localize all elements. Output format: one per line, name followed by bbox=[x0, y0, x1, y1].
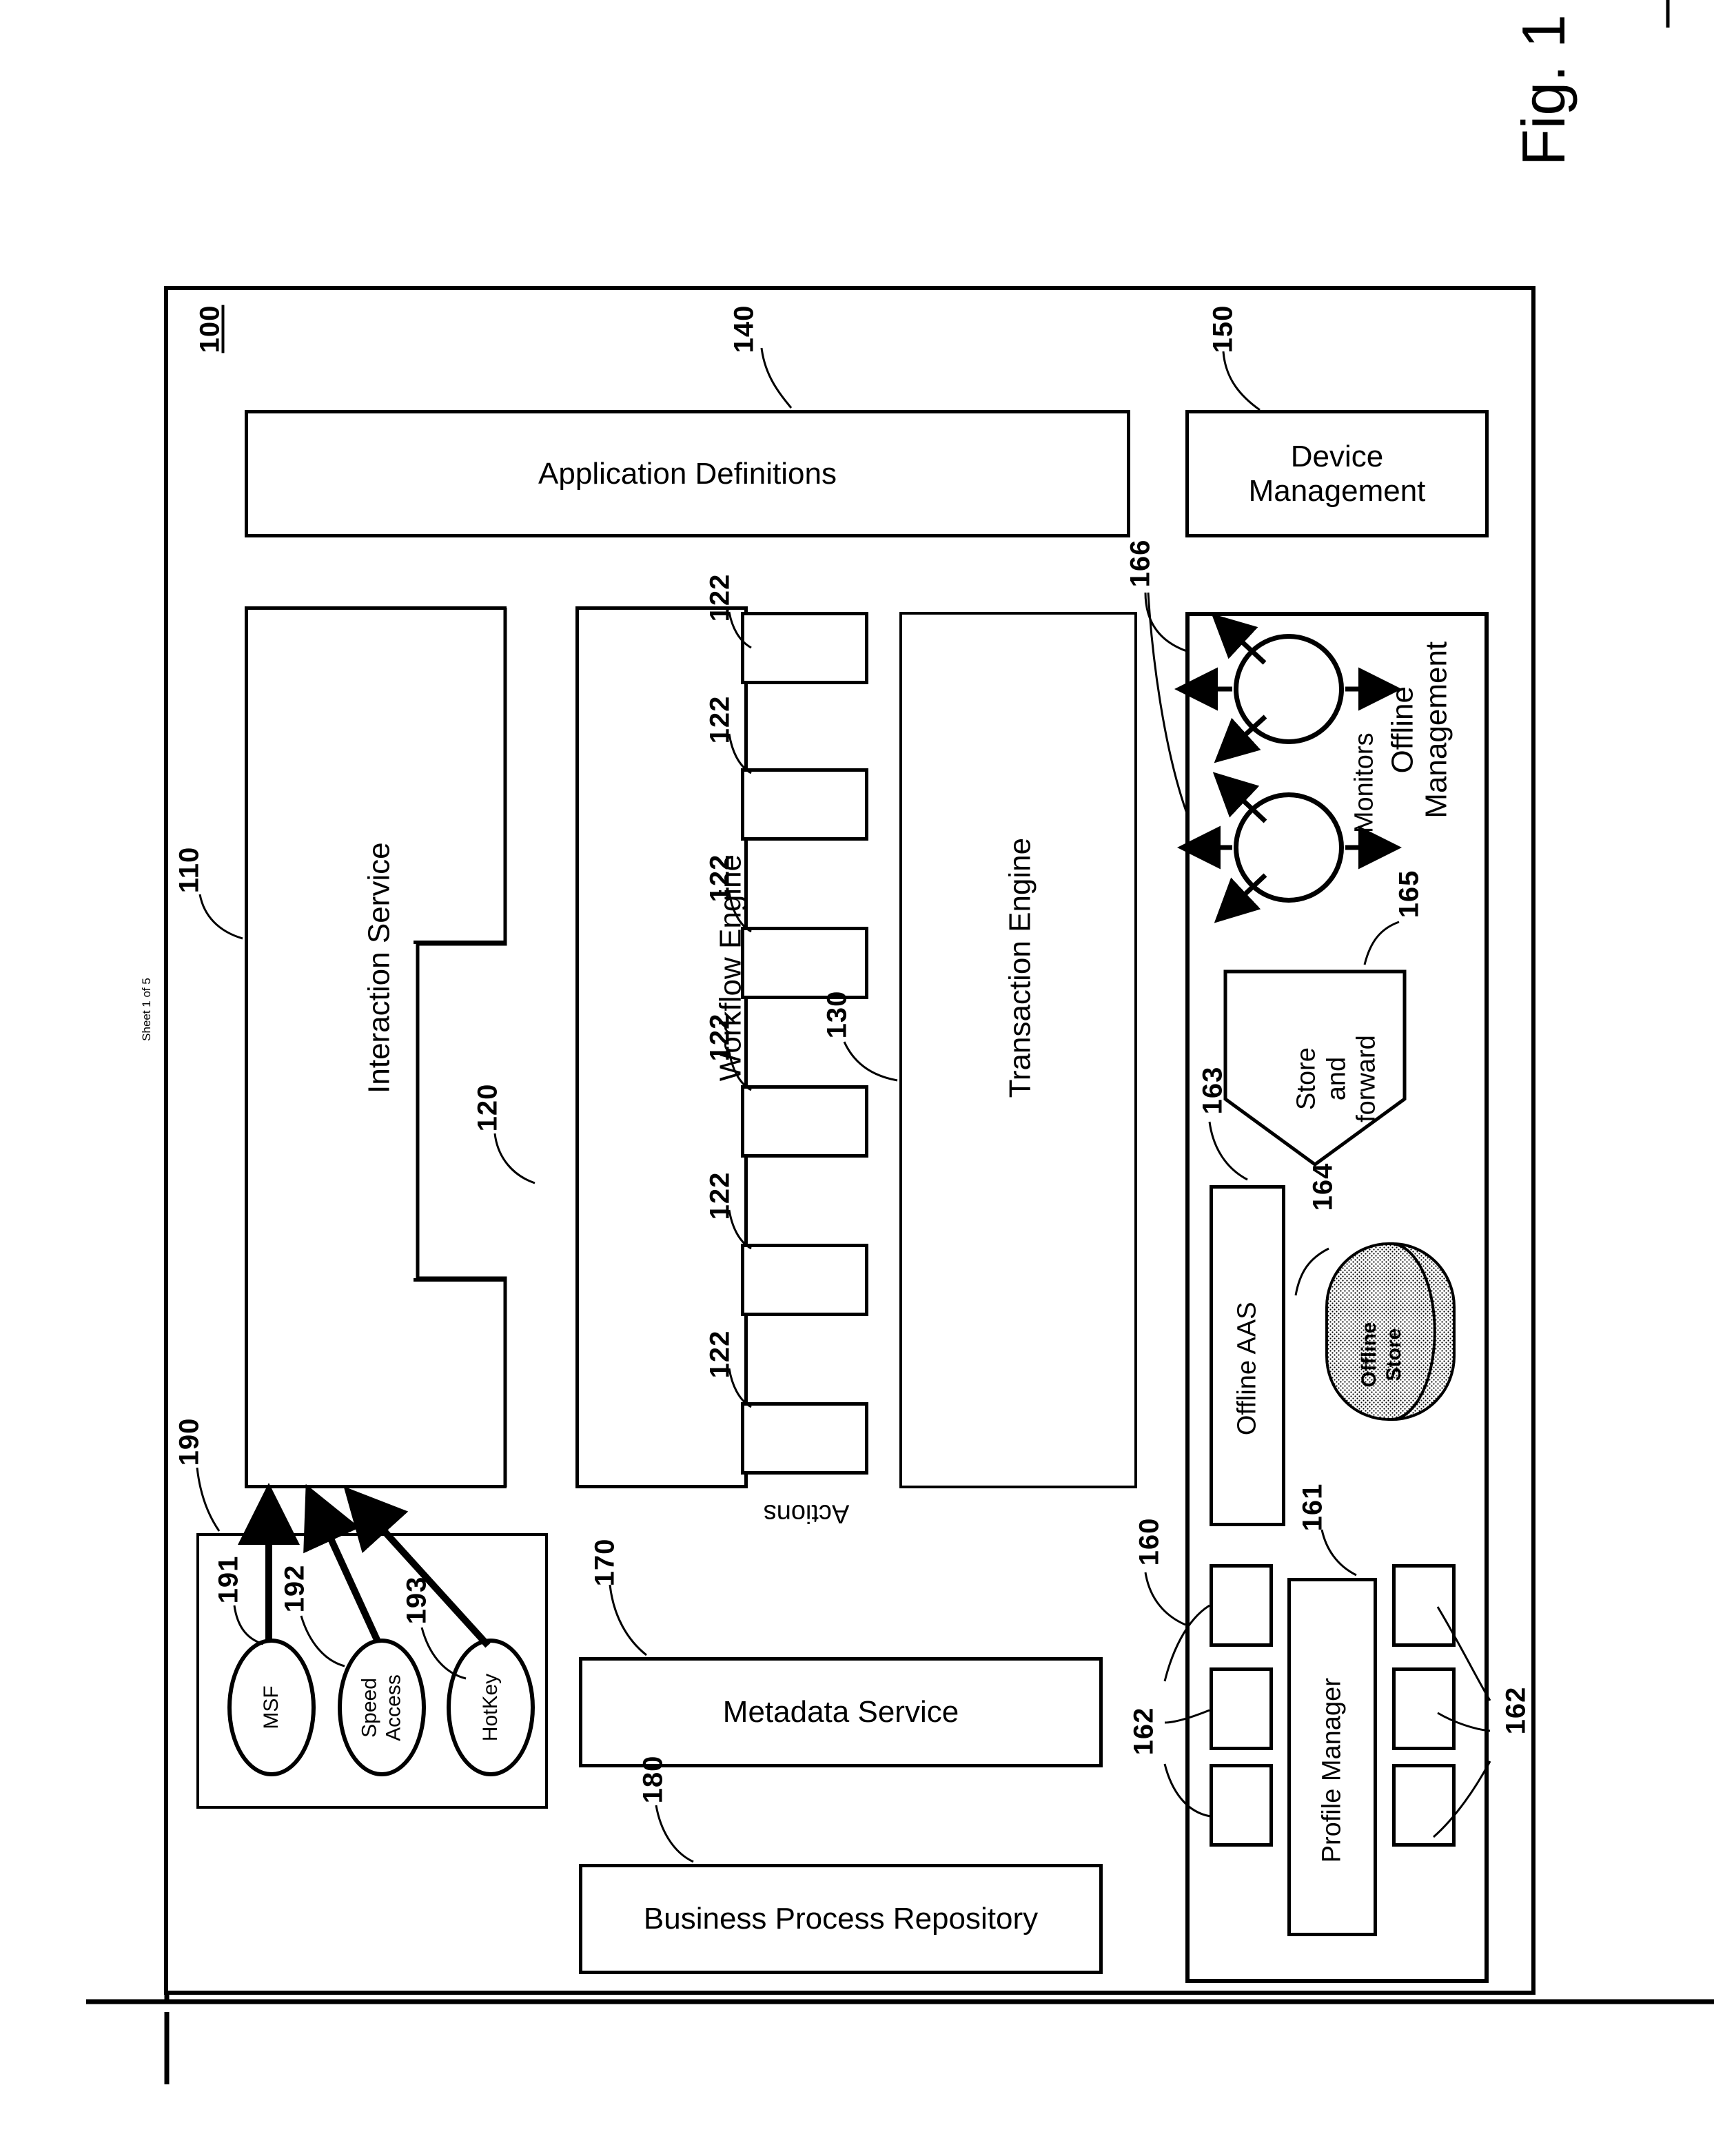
ref-191: 191 bbox=[213, 1555, 244, 1604]
action-box-2 bbox=[741, 768, 868, 841]
figure-label: Fig. 1 bbox=[1509, 14, 1578, 167]
ref-170: 170 bbox=[589, 1538, 620, 1587]
client-label-speed-access: Speed Access bbox=[358, 1674, 405, 1741]
block-device-management: Device Management bbox=[1185, 410, 1489, 537]
ref-164: 164 bbox=[1307, 1162, 1338, 1211]
profile-item-1 bbox=[1210, 1564, 1273, 1647]
monitor-circle-1 bbox=[1234, 634, 1344, 744]
ref-190: 190 bbox=[174, 1417, 205, 1466]
ref-192: 192 bbox=[279, 1564, 310, 1613]
ref-110: 110 bbox=[174, 846, 205, 894]
profile-item-2 bbox=[1210, 1667, 1273, 1750]
block-application-definitions: Application Definitions bbox=[245, 410, 1130, 537]
client-ellipse-msf: MSF bbox=[227, 1639, 316, 1776]
ref-122-4: 122 bbox=[704, 1013, 735, 1062]
ref-100: 100 bbox=[194, 305, 225, 353]
block-label-offline-management: Offline Management bbox=[1385, 641, 1453, 819]
monitors-label: Monitors bbox=[1349, 732, 1379, 834]
profile-item-3 bbox=[1210, 1764, 1273, 1847]
ref-122-6: 122 bbox=[704, 1330, 735, 1379]
ref-166: 166 bbox=[1125, 539, 1156, 588]
ref-140: 140 bbox=[728, 305, 759, 353]
ref-165: 165 bbox=[1394, 870, 1425, 918]
ref-122-2: 122 bbox=[704, 695, 735, 744]
ref-163: 163 bbox=[1197, 1066, 1228, 1115]
profile-item-4 bbox=[1392, 1564, 1456, 1647]
client-label-hotkey: HotKey bbox=[479, 1673, 502, 1742]
block-label-offline-aas: Offline AAS bbox=[1232, 1302, 1262, 1436]
ref-160: 160 bbox=[1134, 1517, 1165, 1566]
block-label-profile-manager: Profile Manager bbox=[1317, 1678, 1347, 1863]
ref-122-5: 122 bbox=[704, 1171, 735, 1220]
ref-150: 150 bbox=[1207, 305, 1238, 353]
action-box-5 bbox=[741, 1244, 868, 1316]
ref-161: 161 bbox=[1297, 1483, 1328, 1532]
monitor-circle-2 bbox=[1234, 792, 1344, 903]
actions-group-label: Actions bbox=[763, 1499, 850, 1528]
ref-162-right: 162 bbox=[1500, 1686, 1531, 1735]
block-interaction-service-arm-top bbox=[414, 606, 507, 944]
block-label-metadata-service: Metadata Service bbox=[722, 1695, 959, 1729]
ref-130: 130 bbox=[822, 990, 853, 1039]
block-label-interaction-service: Interaction Service bbox=[362, 842, 396, 1094]
block-interaction-service-arm-bottom bbox=[414, 1278, 507, 1488]
ref-120: 120 bbox=[472, 1083, 503, 1132]
action-box-6 bbox=[741, 1402, 868, 1475]
ref-122-3: 122 bbox=[704, 854, 735, 903]
patent-figure-sheet: Sheet 1 of 5 Fig. 1 100 Application Defi… bbox=[0, 0, 1714, 2156]
block-business-process-repository: Business Process Repository bbox=[579, 1864, 1103, 1974]
ref-162-left: 162 bbox=[1128, 1707, 1159, 1756]
block-label-transaction-engine: Transaction Engine bbox=[1003, 837, 1037, 1098]
ref-193: 193 bbox=[401, 1576, 432, 1625]
block-label-business-process-repository: Business Process Repository bbox=[643, 1902, 1039, 1936]
client-label-msf: MSF bbox=[260, 1685, 283, 1729]
block-label-offline-store: Offline Store bbox=[1358, 1322, 1405, 1388]
block-label-device-management: Device Management bbox=[1248, 439, 1426, 508]
ref-122-1: 122 bbox=[704, 573, 735, 622]
action-box-4 bbox=[741, 1085, 868, 1158]
profile-item-5 bbox=[1392, 1667, 1456, 1750]
ref-180: 180 bbox=[637, 1755, 669, 1804]
action-box-1 bbox=[741, 612, 868, 684]
sheet-note: Sheet 1 of 5 bbox=[140, 978, 153, 1041]
profile-item-6 bbox=[1392, 1764, 1456, 1847]
block-label-application-definitions: Application Definitions bbox=[538, 456, 837, 491]
client-ellipse-hotkey: HotKey bbox=[447, 1639, 535, 1776]
client-ellipse-speed-access: Speed Access bbox=[338, 1639, 426, 1776]
